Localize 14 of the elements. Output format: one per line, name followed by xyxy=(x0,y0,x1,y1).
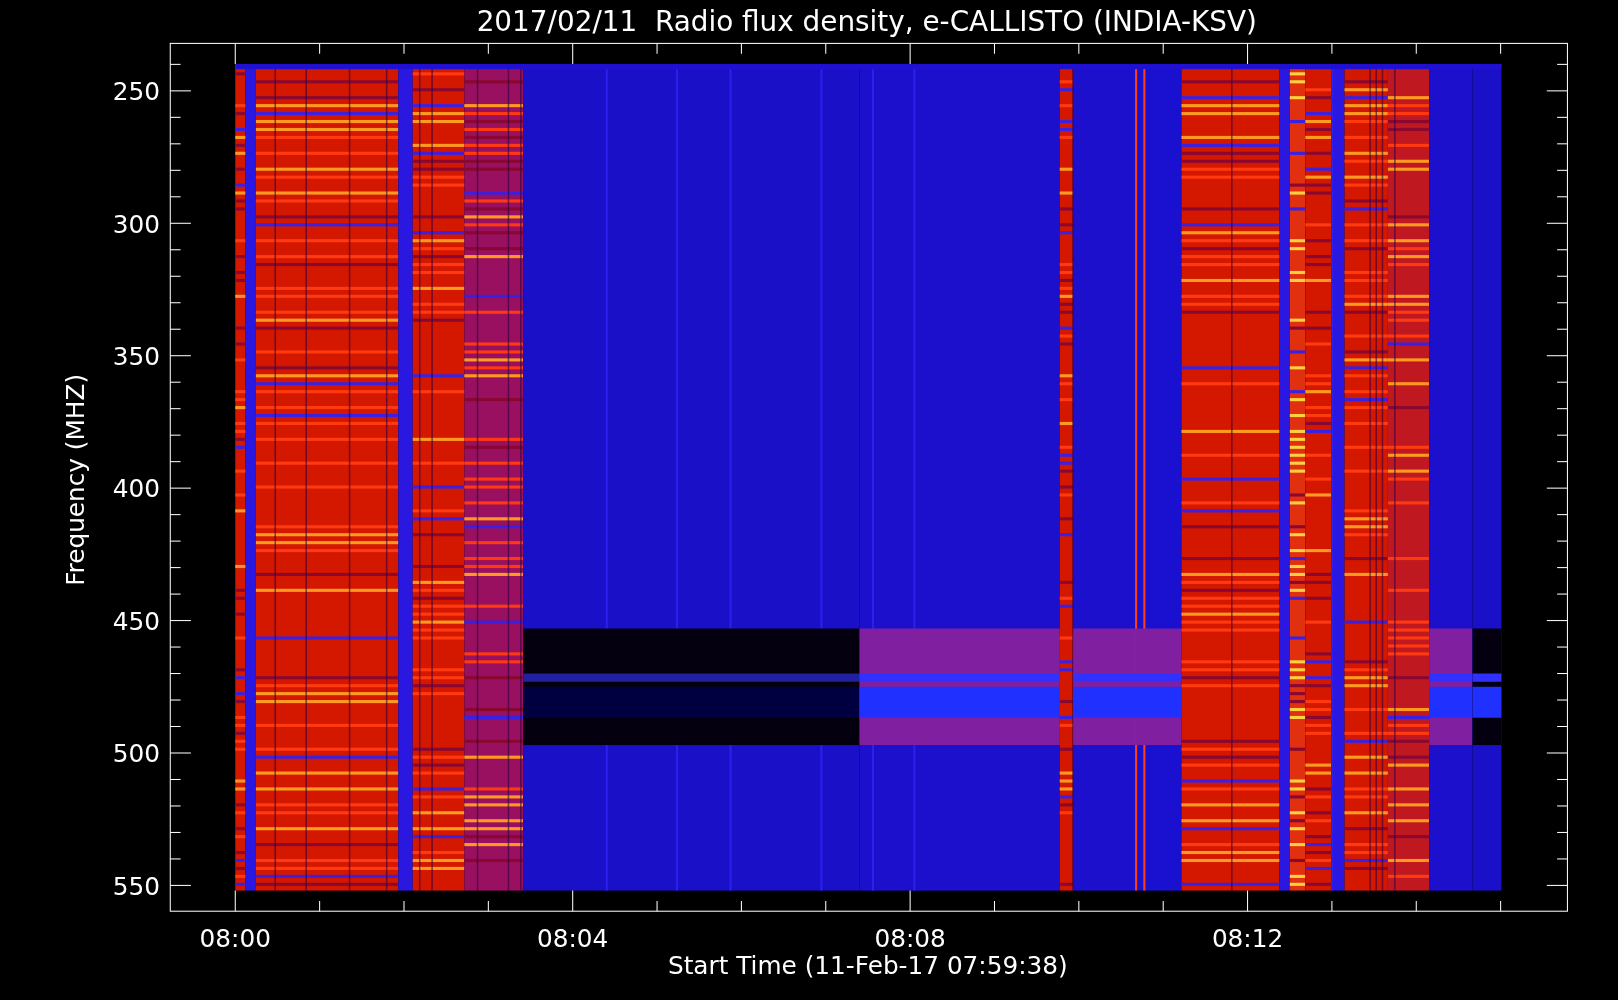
axis-label: Start Time (11-Feb-17 07:59:38) xyxy=(667,951,1068,981)
axis-label: Frequency (MHZ) xyxy=(60,373,90,586)
tick-label: 550 xyxy=(112,871,160,901)
tick-label: 08:04 xyxy=(537,924,609,954)
tick-label: 08:00 xyxy=(199,924,271,954)
tick-label: 08:12 xyxy=(1211,924,1284,954)
tick-label: 300 xyxy=(112,209,160,239)
tick-label: 350 xyxy=(112,342,160,371)
tick-label: 500 xyxy=(112,739,160,769)
tick-label: 250 xyxy=(112,77,160,107)
tick-label: 450 xyxy=(112,606,160,636)
chart-title: 2017/02/11 Radio flux density, e-CALLISTO (INDIA-KSV) xyxy=(476,5,1257,38)
tick-label: 400 xyxy=(112,474,160,504)
tick-label: 08:08 xyxy=(874,924,946,954)
